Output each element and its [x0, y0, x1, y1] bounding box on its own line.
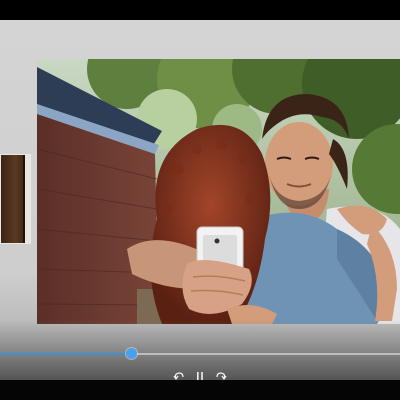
- current-photo[interactable]: [37, 59, 400, 324]
- thumbnail-light-edge: [25, 155, 30, 243]
- top-letterbox-bar: [0, 0, 400, 20]
- photo-couple-hugging: [37, 59, 400, 324]
- slideshow-progress-track[interactable]: [0, 353, 400, 355]
- photo-viewer-app: [0, 0, 400, 400]
- previous-photo-thumbnail[interactable]: [0, 154, 31, 244]
- bottom-letterbox-bar: [0, 380, 400, 400]
- slideshow-progress-thumb[interactable]: [126, 348, 137, 359]
- slideshow-progress-fill: [0, 353, 131, 355]
